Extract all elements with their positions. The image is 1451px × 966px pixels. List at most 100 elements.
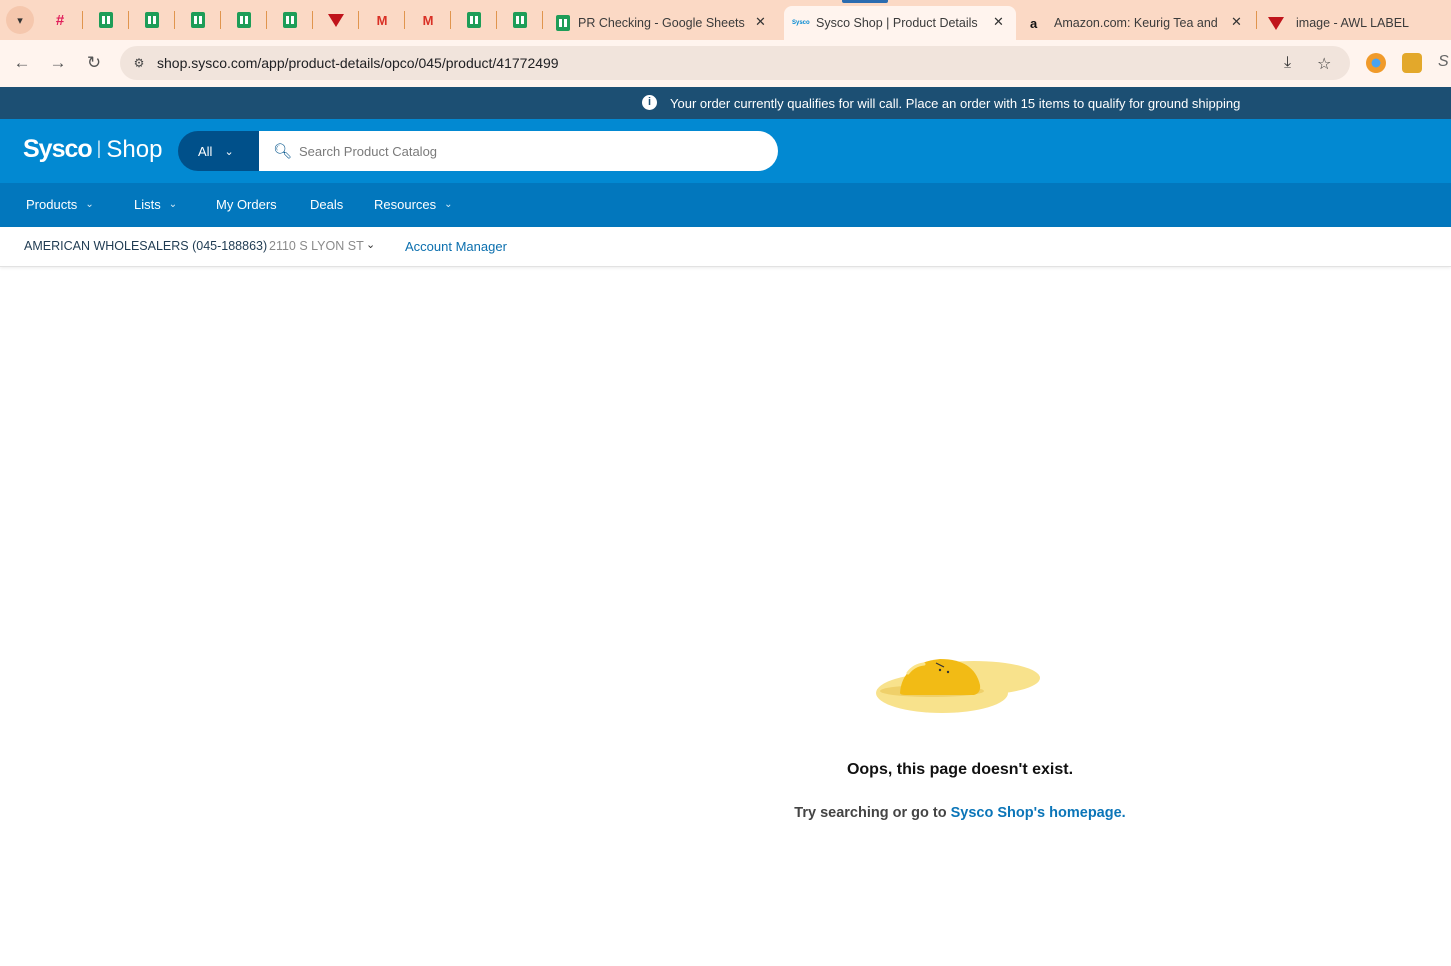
extension-icon[interactable]: S xyxy=(1438,53,1451,73)
forward-button[interactable]: → xyxy=(45,50,71,76)
awl-icon xyxy=(1268,16,1284,30)
main-nav: Products ⌄ Lists ⌄ My Orders Deals Resourc… xyxy=(0,183,1451,227)
account-manager-link[interactable]: Account Manager xyxy=(405,239,507,254)
account-address: 2110 S LYON ST xyxy=(269,239,364,253)
nav-item-label: Resources xyxy=(374,197,437,212)
search-input[interactable] xyxy=(299,141,759,161)
nav-item-deals[interactable]: Deals xyxy=(310,197,343,212)
gmail-icon: M xyxy=(422,12,434,28)
close-icon[interactable]: ✕ xyxy=(755,14,766,30)
awl-icon xyxy=(328,13,344,27)
site-settings-icon[interactable]: ⚙ xyxy=(130,54,148,72)
tab-title: Amazon.com: Keurig Tea and Ic xyxy=(1054,16,1220,30)
nav-item-label: Lists xyxy=(134,197,161,212)
logo-divider: | xyxy=(96,138,102,158)
tab-title: Sysco Shop | Product Details xyxy=(816,16,978,30)
gmail-icon: M xyxy=(376,12,388,28)
info-icon: i xyxy=(642,95,657,110)
pinned-tab-awl[interactable] xyxy=(324,8,348,32)
chevron-down-icon: ⌄ xyxy=(366,239,376,251)
close-icon[interactable]: ✕ xyxy=(993,14,1004,30)
banner-text: Your order currently qualifies for will … xyxy=(670,96,1241,111)
tab-separator xyxy=(220,11,221,29)
sheets-icon xyxy=(467,12,481,28)
tab-awl-label[interactable]: image - AWL LABEL xyxy=(1262,6,1451,40)
logo-product: Shop xyxy=(106,136,163,163)
logo-brand: Sysco xyxy=(23,135,93,163)
tab-separator xyxy=(266,11,267,29)
tab-separator xyxy=(496,11,497,29)
nav-item-products[interactable]: Products ⌄ xyxy=(26,197,94,212)
account-bar: AMERICAN WHOLESALERS (045-188863) 2110 S… xyxy=(0,227,1451,267)
account-name: AMERICAN WHOLESALERS (045-188863) xyxy=(24,239,268,253)
tab-separator xyxy=(312,11,313,29)
chevron-down-icon: ⌄ xyxy=(168,199,178,210)
tab-amazon[interactable]: a Amazon.com: Keurig Tea and Ic ✕ xyxy=(1022,6,1250,40)
tab-pr-checking[interactable]: PR Checking - Google Sheets ✕ xyxy=(548,6,782,40)
address-bar[interactable]: ⚙ shop.sysco.com/app/product-details/opc… xyxy=(120,46,1350,80)
tab-separator xyxy=(82,11,83,29)
pinned-tab-gmail[interactable]: M xyxy=(416,8,440,32)
close-icon[interactable]: ✕ xyxy=(1231,14,1242,30)
active-tab-indicator xyxy=(842,0,888,3)
reload-button[interactable]: ↻ xyxy=(81,50,107,76)
pinned-tab-sheets[interactable] xyxy=(462,8,486,32)
sheets-icon xyxy=(99,12,113,28)
extension-icon[interactable] xyxy=(1366,53,1386,73)
sysco-icon: Sysco xyxy=(792,20,810,26)
sheets-icon xyxy=(237,12,251,28)
search-icon[interactable]: 🔍︎ xyxy=(273,142,292,160)
tab-separator xyxy=(128,11,129,29)
nav-item-my-orders[interactable]: My Orders xyxy=(216,197,277,212)
tab-separator xyxy=(450,11,451,29)
error-title: Oops, this page doesn't exist. xyxy=(846,761,1074,778)
nav-item-resources[interactable]: Resources ⌄ xyxy=(374,197,453,212)
pinned-tab-sheets[interactable] xyxy=(140,8,164,32)
tab-separator xyxy=(404,11,405,29)
tab-separator xyxy=(358,11,359,29)
pinned-tab-sheets[interactable] xyxy=(278,8,302,32)
install-app-icon[interactable]: ⤓ xyxy=(1284,54,1291,72)
pinned-tab-sheets[interactable] xyxy=(186,8,210,32)
pinned-tab-sheets[interactable] xyxy=(94,8,118,32)
sheets-icon xyxy=(556,15,570,31)
sheets-icon xyxy=(145,12,159,28)
pinned-tab-gmail[interactable]: M xyxy=(370,8,394,32)
back-button[interactable]: ← xyxy=(9,50,35,76)
search-box: 🔍︎ xyxy=(259,131,778,171)
sheets-icon xyxy=(191,12,205,28)
extension-icon[interactable] xyxy=(1402,53,1422,73)
browser-tabstrip: ▾ # M M PR Checking - Google Sheets ✕ Sy… xyxy=(0,0,1451,40)
chevron-down-icon: ▾ xyxy=(17,14,23,27)
pinned-tab-slack[interactable]: # xyxy=(48,8,72,32)
chevron-down-icon: ⌄ xyxy=(224,145,234,158)
tab-sysco-shop[interactable]: Sysco Sysco Shop | Product Details ✕ xyxy=(784,6,1016,40)
slack-icon: # xyxy=(55,11,65,29)
nav-item-label: My Orders xyxy=(216,197,277,212)
search-scope-dropdown[interactable]: All ⌄ xyxy=(178,131,260,171)
arrow-left-icon: ← xyxy=(13,53,31,72)
error-subtitle-text: Try searching or go to xyxy=(794,805,951,821)
url-text: shop.sysco.com/app/product-details/opco/… xyxy=(157,55,559,71)
tab-separator xyxy=(1256,11,1257,29)
tab-separator xyxy=(542,11,543,29)
nav-item-lists[interactable]: Lists ⌄ xyxy=(134,197,177,212)
browser-toolbar: ← → ↻ ⚙ shop.sysco.com/app/product-detai… xyxy=(0,40,1451,87)
error-subtitle: Try searching or go to Sysco Shop's home… xyxy=(700,805,1220,821)
homepage-link[interactable]: Sysco Shop's homepage. xyxy=(951,805,1126,821)
pinned-tab-sheets[interactable] xyxy=(508,8,532,32)
account-switch-dropdown[interactable]: ⌄ xyxy=(366,238,375,251)
star-icon[interactable]: ☆ xyxy=(1317,54,1331,74)
nav-item-label: Deals xyxy=(310,197,344,212)
amazon-icon: a xyxy=(1030,15,1038,31)
tab-search-button[interactable]: ▾ xyxy=(6,6,34,34)
pinned-tab-sheets[interactable] xyxy=(232,8,256,32)
tab-separator xyxy=(174,11,175,29)
arrow-right-icon: → xyxy=(49,53,67,72)
shipping-banner: i Your order currently qualifies for wil… xyxy=(0,87,1451,119)
nav-item-label: Products xyxy=(26,197,78,212)
chevron-down-icon: ⌄ xyxy=(85,199,94,210)
sheets-icon xyxy=(513,12,527,28)
cracked-egg-illustration xyxy=(876,659,1040,713)
sysco-shop-logo[interactable]: Sysco | Shop xyxy=(23,135,162,164)
